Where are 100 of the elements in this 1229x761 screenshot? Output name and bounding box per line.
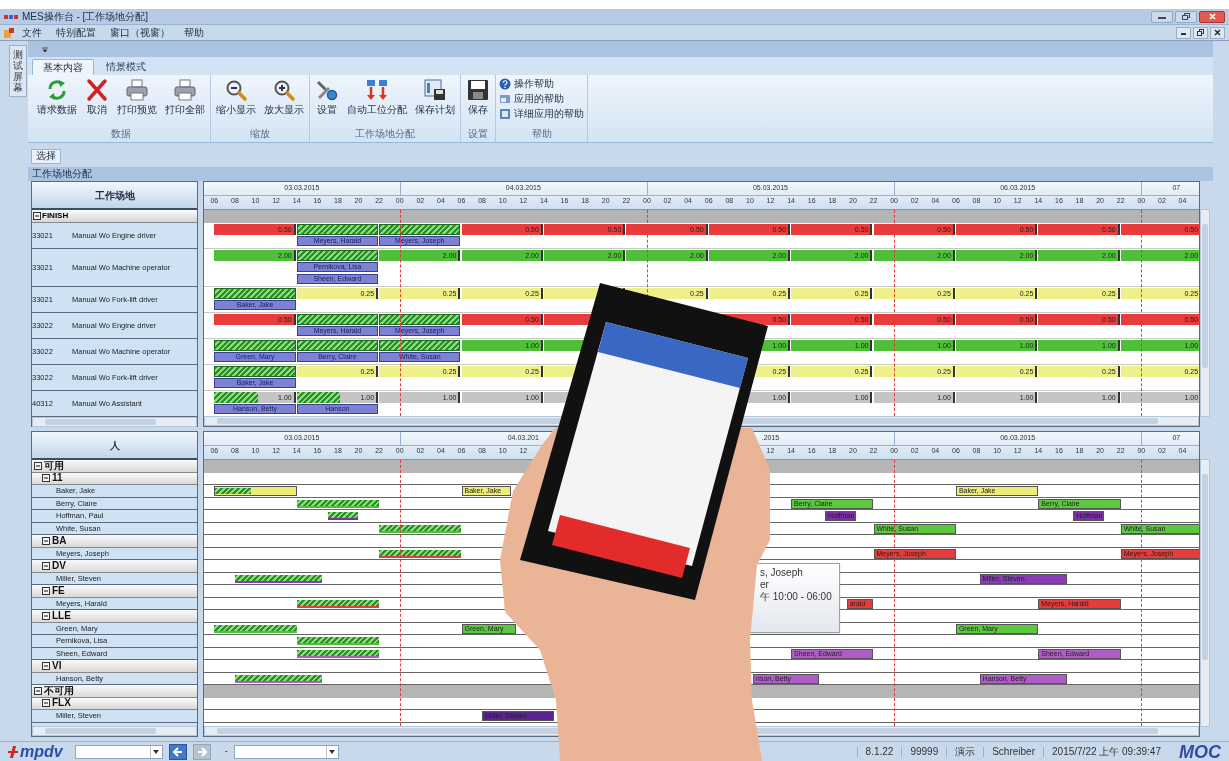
boxes-with-arrows-icon — [365, 78, 389, 102]
ribbon-button[interactable]: 应用的帮助 — [499, 93, 584, 105]
ribbon-button[interactable]: 自动工位分配 — [345, 78, 409, 115]
window-icon — [499, 93, 511, 105]
group-label: 11 — [52, 473, 63, 484]
tooltip-text: s, Joseph — [760, 567, 804, 578]
menu-item[interactable]: 窗口（视窗） — [104, 27, 176, 38]
printer-icon — [173, 78, 197, 102]
shift-bar[interactable] — [214, 624, 297, 633]
group-label: FE — [52, 585, 65, 596]
ribbon-group-label: 工作场地分配 — [354, 127, 416, 141]
window-title: MES操作台 - [工作场地分配] — [22, 11, 149, 22]
ribbon-group-label: 数据 — [110, 127, 132, 141]
ribbon-button[interactable]: 打印预览 — [115, 78, 159, 115]
ribbon-tab[interactable]: 基本内容 — [32, 59, 94, 75]
side-tab[interactable]: 测试屏幕 — [9, 45, 27, 97]
collapse-toggle-icon[interactable] — [42, 699, 50, 708]
collapse-toggle-icon[interactable] — [42, 661, 50, 670]
ribbon-group-label: 设置 — [467, 127, 489, 141]
status-field: Schreiber — [983, 746, 1043, 757]
status-field: 演示 — [946, 746, 984, 757]
back-button[interactable] — [168, 743, 187, 760]
ribbon-button[interactable]: 保存 — [464, 78, 492, 115]
ribbon-button[interactable]: 保存计划 — [413, 78, 457, 115]
ribbon-button[interactable]: 设置 — [313, 78, 341, 115]
group-label: VI — [52, 660, 62, 671]
close-icon — [1214, 29, 1221, 36]
group-label: DV — [52, 560, 66, 571]
restore-button[interactable] — [1175, 10, 1197, 23]
collapse-toggle-icon[interactable] — [42, 586, 50, 595]
horizontal-scrollbar[interactable] — [32, 726, 197, 736]
column-header-label: 人 — [109, 438, 120, 453]
collapse-toggle-icon[interactable] — [42, 611, 50, 620]
right-arrow-icon — [196, 746, 207, 757]
ribbon-button[interactable]: 放大显示 — [262, 78, 306, 115]
group-label: BA — [52, 535, 67, 546]
save-icon — [466, 78, 490, 102]
group-label: 不可用 — [44, 685, 74, 696]
ribbon-group-label: 缩放 — [249, 127, 271, 141]
status-field: 99999 — [901, 746, 947, 757]
dropdown-arrow-icon — [153, 749, 160, 754]
zoom-out-icon — [224, 78, 248, 102]
status-field: 8.1.22 — [856, 746, 902, 757]
ribbon-group-label: 帮助 — [530, 127, 553, 141]
shift-bar[interactable] — [296, 637, 380, 645]
ribbon-button[interactable]: 详细应用的帮助 — [499, 108, 584, 120]
close-button[interactable] — [1199, 10, 1225, 23]
close-icon — [1208, 13, 1216, 20]
app-icon — [4, 13, 18, 20]
mdi-restore-button[interactable] — [1193, 26, 1208, 39]
tools-icon — [315, 78, 339, 102]
menu-item[interactable]: 帮助 — [178, 27, 210, 38]
ribbon-button[interactable]: 操作帮助 — [499, 78, 584, 90]
collapse-toggle-icon[interactable] — [34, 686, 42, 695]
zoom-in-icon — [272, 78, 296, 102]
group-label: FINISH — [42, 212, 69, 220]
collapse-toggle-icon[interactable] — [42, 474, 50, 483]
collapse-toggle-icon[interactable] — [42, 561, 50, 570]
panel-title: 工作场地分配 — [32, 169, 92, 179]
shift-bar[interactable] — [296, 649, 380, 658]
shift-bar[interactable] — [327, 512, 359, 520]
ribbon-button[interactable]: 请求数据 — [35, 78, 79, 115]
window-with-floppy-icon — [423, 78, 447, 102]
logo: mpdv — [20, 743, 63, 760]
horizontal-scrollbar[interactable] — [32, 417, 197, 427]
mdi-close-button[interactable] — [1210, 26, 1225, 39]
quick-access-menu[interactable] — [42, 46, 48, 52]
shift-bar[interactable] — [214, 486, 297, 496]
separator-label: - — [224, 747, 228, 756]
shift-bar[interactable] — [296, 599, 380, 608]
group-label: LLE — [52, 610, 71, 621]
shift-bar[interactable] — [379, 524, 462, 533]
vertical-scrollbar[interactable] — [1200, 209, 1210, 417]
mdi-minimize-button[interactable] — [1176, 26, 1191, 39]
collapse-toggle-icon[interactable] — [33, 212, 41, 220]
status-field: 2015/7/22 上午 09:39:47 — [1043, 746, 1169, 757]
document-icon — [4, 27, 14, 38]
document-icon — [499, 108, 511, 120]
collapse-toggle-icon[interactable] — [34, 461, 42, 470]
selection-tab[interactable]: 选择 — [31, 148, 61, 164]
vertical-scrollbar[interactable] — [1200, 459, 1210, 727]
brand-logo: MOC — [1179, 742, 1221, 761]
left-arrow-icon — [172, 746, 183, 757]
shift-bar[interactable] — [379, 549, 462, 558]
menu-item[interactable]: 文件 — [16, 27, 48, 38]
ribbon-button[interactable]: 缩小显示 — [214, 78, 258, 115]
ribbon-tab[interactable]: 情景模式 — [96, 59, 156, 75]
ribbon-button[interactable]: 打印全部 — [163, 78, 207, 115]
restore-icon — [1182, 13, 1190, 20]
cancel-icon — [85, 78, 109, 102]
shift-bar[interactable] — [296, 499, 380, 508]
printer-icon — [125, 78, 149, 102]
shift-bar[interactable] — [234, 674, 323, 683]
ribbon-button[interactable]: 取消 — [83, 78, 111, 115]
caret-icon — [42, 46, 48, 52]
restore-icon — [1197, 29, 1204, 36]
shift-bar[interactable] — [234, 574, 323, 583]
menu-item[interactable]: 特别配置 — [50, 27, 102, 38]
collapse-toggle-icon[interactable] — [42, 536, 50, 545]
minimize-button[interactable] — [1151, 10, 1173, 23]
